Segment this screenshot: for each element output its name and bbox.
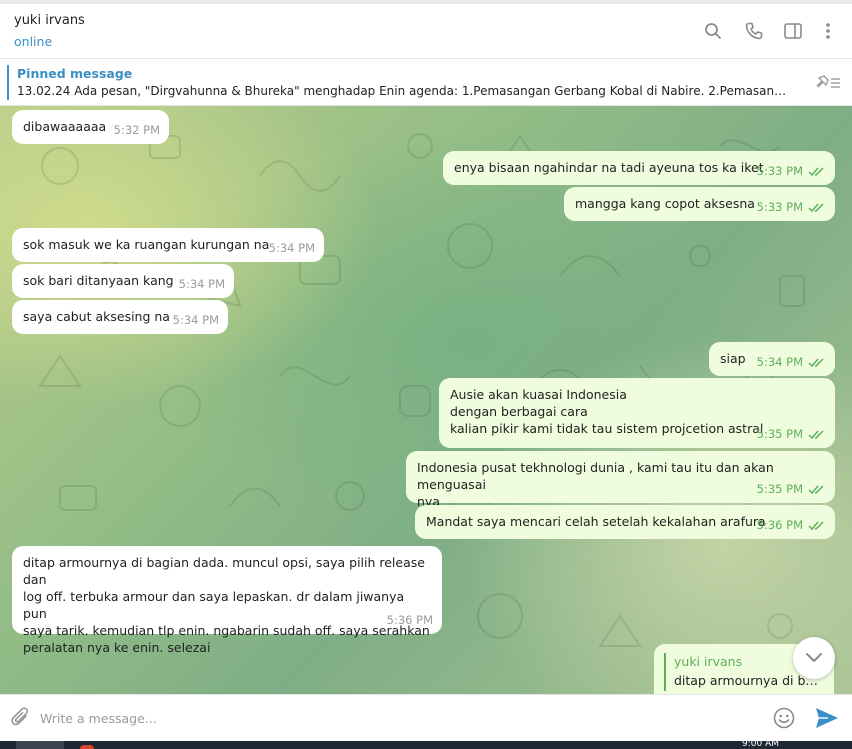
more-vertical-icon[interactable] [817, 20, 839, 42]
message-bubble-outgoing[interactable]: enya bisaan ngahindar na tadi ayeuna tos… [443, 151, 835, 185]
pinned-accent-bar [7, 65, 9, 100]
pinned-message-bar[interactable]: Pinned message 13.02.24 Ada pesan, "Dirg… [0, 59, 852, 106]
taskbar-app-icon[interactable] [80, 745, 94, 749]
message-bubble-outgoing[interactable]: Ausie akan kuasai Indonesia dengan berba… [439, 378, 835, 448]
read-ticks-icon [808, 203, 824, 213]
os-taskbar: 9:00 AM [0, 739, 852, 749]
message-input[interactable] [40, 703, 760, 733]
message-time: 5:33 PM [756, 200, 803, 214]
message-time: 5:34 PM [268, 241, 315, 255]
message-bubble-incoming[interactable]: saya cabut aksesing na 5:34 PM [12, 300, 228, 334]
message-bubble-incoming[interactable]: sok bari ditanyaan kang 5:34 PM [12, 264, 234, 298]
read-ticks-icon [808, 167, 824, 177]
chat-area[interactable]: dibawaaaaaa 5:32 PM enya bisaan ngahinda… [0, 106, 852, 694]
message-time: 5:32 PM [113, 123, 160, 137]
message-composer [0, 694, 852, 741]
read-ticks-icon [808, 485, 824, 495]
read-ticks-icon [808, 521, 824, 531]
message-time: 5:33 PM [756, 164, 803, 178]
scroll-down-button[interactable] [793, 637, 835, 679]
unpin-icon[interactable] [814, 72, 842, 92]
taskbar-active-app[interactable] [16, 741, 64, 749]
emoji-icon[interactable] [772, 706, 796, 730]
message-bubble-outgoing[interactable]: Mandat saya mencari celah setelah kekala… [415, 505, 835, 539]
message-time: 5:34 PM [172, 313, 219, 327]
contact-name[interactable]: yuki irvans [14, 13, 85, 28]
message-time: 5:34 PM [756, 355, 803, 369]
message-time: 5:36 PM [756, 518, 803, 532]
reply-author: yuki irvans [674, 654, 743, 669]
message-text: ditap armournya di bagian dada. muncul o… [23, 555, 430, 655]
search-icon[interactable] [702, 20, 724, 42]
message-bubble-incoming[interactable]: dibawaaaaaa 5:32 PM [12, 110, 169, 144]
message-bubble-outgoing[interactable]: mangga kang copot aksesna 5:33 PM [564, 187, 835, 221]
message-bubble-incoming[interactable]: sok masuk we ka ruangan kurungan na 5:34… [12, 228, 324, 262]
read-ticks-icon [808, 358, 824, 368]
pinned-title: Pinned message [17, 66, 133, 81]
read-ticks-icon [808, 430, 824, 440]
pinned-text: 13.02.24 Ada pesan, "Dirgvahunna & Bhure… [17, 84, 792, 98]
attach-icon[interactable] [9, 706, 33, 730]
message-bubble-outgoing[interactable]: siap 5:34 PM [709, 342, 835, 376]
sidebar-toggle-icon[interactable] [782, 20, 804, 42]
message-time: 5:35 PM [756, 427, 803, 441]
chevron-down-icon [806, 653, 822, 662]
message-bubble-outgoing[interactable]: Indonesia pusat tekhnologi dunia , kami … [406, 451, 835, 509]
phone-icon[interactable] [743, 20, 765, 42]
message-time: 5:36 PM [386, 613, 433, 627]
message-time: 5:35 PM [756, 482, 803, 496]
message-time: 5:34 PM [178, 277, 225, 291]
reply-accent-bar [664, 653, 666, 691]
contact-status: online [14, 34, 53, 49]
chat-header: yuki irvans online [0, 4, 852, 59]
send-icon[interactable] [815, 706, 839, 730]
message-bubble-incoming[interactable]: ditap armournya di bagian dada. muncul o… [12, 546, 442, 655]
taskbar-clock: 9:00 AM [742, 739, 779, 749]
